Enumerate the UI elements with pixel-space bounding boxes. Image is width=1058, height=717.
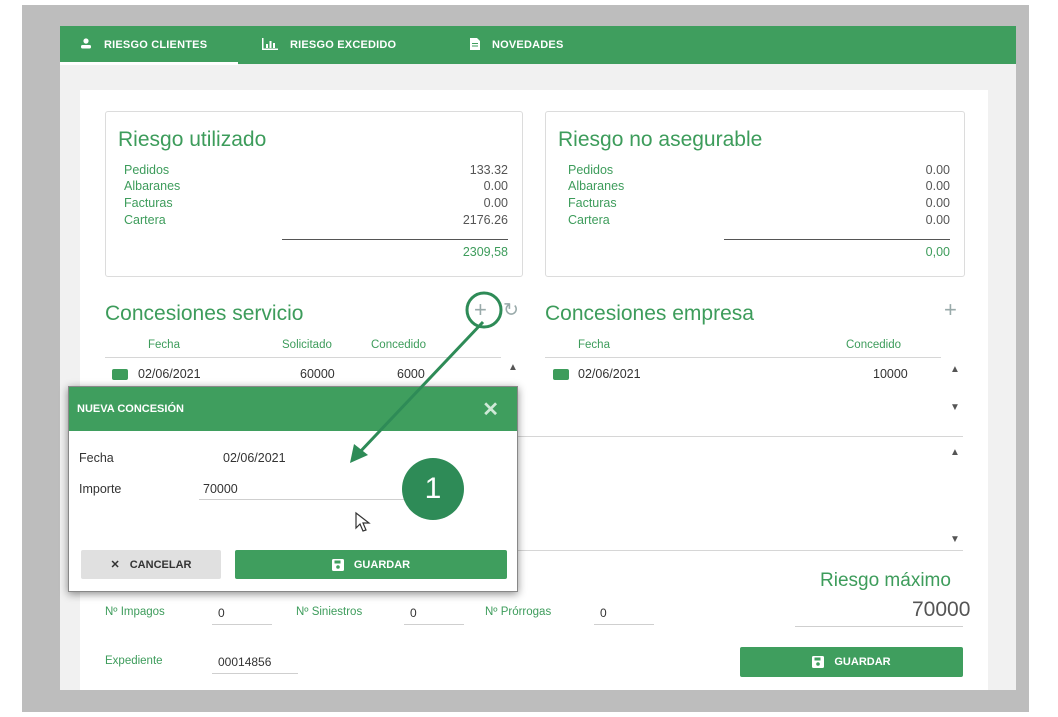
row-value: 0.00 (925, 213, 950, 227)
empresa-concedido: 10000 (873, 367, 908, 381)
row-label: Albaranes (124, 179, 181, 193)
fecha-field[interactable]: 02/06/2021 (223, 451, 286, 465)
field-underline (212, 624, 272, 625)
tab-riesgo-excedido[interactable]: RIESGO EXCEDIDO (262, 26, 396, 64)
riesgo-maximo-label: Riesgo máximo (820, 570, 951, 591)
row-label: Pedidos (124, 163, 170, 177)
tab-label: RIESGO CLIENTES (104, 39, 208, 51)
row-label: Facturas (124, 196, 173, 210)
dialog-title: NUEVA CONCESIÓN (77, 403, 184, 415)
section-divider (517, 550, 963, 551)
impagos-label: Nº Impagos (105, 606, 165, 618)
callout-arrow (350, 320, 485, 463)
mouse-cursor-icon (355, 511, 371, 532)
guardar-label: GUARDAR (834, 656, 891, 668)
scroll-up-arrow[interactable]: ▲ (950, 364, 960, 375)
save-icon (812, 656, 825, 668)
concesiones-servicio-title: Concesiones servicio (105, 302, 304, 325)
sum-rule (724, 239, 950, 240)
row-value: 0.00 (925, 179, 950, 193)
concesiones-empresa-title: Concesiones empresa (545, 302, 754, 325)
user-icon (80, 38, 92, 52)
concesion-fecha: 02/06/2021 (138, 367, 201, 381)
active-tab-indicator (60, 62, 238, 65)
guardar-button[interactable]: GUARDAR (740, 647, 963, 677)
sum-rule (282, 239, 508, 240)
expediente-field[interactable]: 00014856 (218, 655, 271, 669)
importe-label: Importe (79, 482, 122, 496)
riesgo-utilizado-panel: Riesgo utilizado Pedidos Albaranes Factu… (105, 111, 523, 277)
row-label: Pedidos (568, 163, 614, 177)
save-label: GUARDAR (353, 558, 411, 571)
save-button[interactable]: GUARDAR (235, 550, 507, 579)
row-value: 0.00 (483, 179, 508, 193)
importe-field[interactable]: 70000 (203, 482, 238, 496)
tab-bar: RIESGO CLIENTES RIESGO EXCEDIDO NOVEDADE… (60, 26, 1016, 65)
concesion-solicitado: 60000 (300, 367, 335, 381)
riesgo-no-asegurable-title: Riesgo no asegurable (558, 128, 763, 151)
row-value: 0.00 (925, 163, 950, 177)
siniestros-field[interactable]: 0 (410, 606, 417, 620)
scroll-down-arrow[interactable]: ▼ (950, 402, 960, 413)
riesgo-utilizado-title: Riesgo utilizado (118, 128, 267, 151)
scroll-up-arrow[interactable]: ▲ (508, 362, 518, 373)
col-header-concedido: Concedido (846, 339, 901, 351)
tab-novedades[interactable]: NOVEDADES (470, 26, 563, 64)
siniestros-label: Nº Siniestros (296, 606, 363, 618)
cancel-label: CANCELAR (129, 558, 192, 571)
money-icon (553, 369, 569, 380)
riesgo-utilizado-total: 2309,58 (462, 245, 508, 259)
scroll-down-arrow[interactable]: ▼ (950, 534, 960, 545)
field-underline (212, 673, 298, 674)
cancel-button[interactable]: ✕ CANCELAR (81, 550, 221, 579)
impagos-field[interactable]: 0 (218, 606, 225, 620)
tab-label: RIESGO EXCEDIDO (290, 39, 397, 51)
money-icon (112, 369, 128, 380)
col-header-fecha: Fecha (148, 339, 180, 351)
col-header-solicitado: Solicitado (282, 339, 332, 351)
tab-label: NOVEDADES (492, 39, 564, 51)
row-label: Cartera (568, 213, 610, 227)
bar-chart-icon (262, 37, 278, 53)
scroll-up-arrow[interactable]: ▲ (950, 447, 960, 458)
row-label: Albaranes (568, 179, 625, 193)
riesgo-no-asegurable-total: 0,00 (925, 245, 950, 259)
refresh-icon[interactable]: ↻ (503, 299, 519, 322)
save-icon (331, 558, 344, 571)
document-icon (470, 37, 480, 53)
row-value: 2176.26 (462, 213, 508, 227)
expediente-label: Expediente (105, 655, 163, 667)
prorrogas-field[interactable]: 0 (600, 606, 607, 620)
row-label: Cartera (124, 213, 166, 227)
row-value: 133.32 (469, 163, 508, 177)
header-divider (545, 357, 941, 358)
section-divider (517, 436, 963, 437)
riesgo-maximo-value: 70000 (912, 598, 971, 621)
add-concesion-empresa-button[interactable]: + (944, 297, 957, 323)
row-value: 0.00 (925, 196, 950, 210)
fecha-label: Fecha (79, 451, 114, 465)
step-number-badge: 1 (402, 458, 464, 520)
empresa-fecha: 02/06/2021 (578, 367, 641, 381)
tab-riesgo-clientes[interactable]: RIESGO CLIENTES (80, 26, 207, 64)
row-label: Facturas (568, 196, 617, 210)
field-underline (594, 624, 654, 625)
field-underline (795, 626, 963, 627)
col-header-fecha: Fecha (578, 339, 610, 351)
row-value: 0.00 (483, 196, 508, 210)
prorrogas-label: Nº Prórrogas (485, 606, 552, 618)
close-icon: ✕ (110, 559, 120, 571)
field-underline (404, 624, 464, 625)
riesgo-no-asegurable-panel: Riesgo no asegurable Pedidos Albaranes F… (545, 111, 965, 277)
